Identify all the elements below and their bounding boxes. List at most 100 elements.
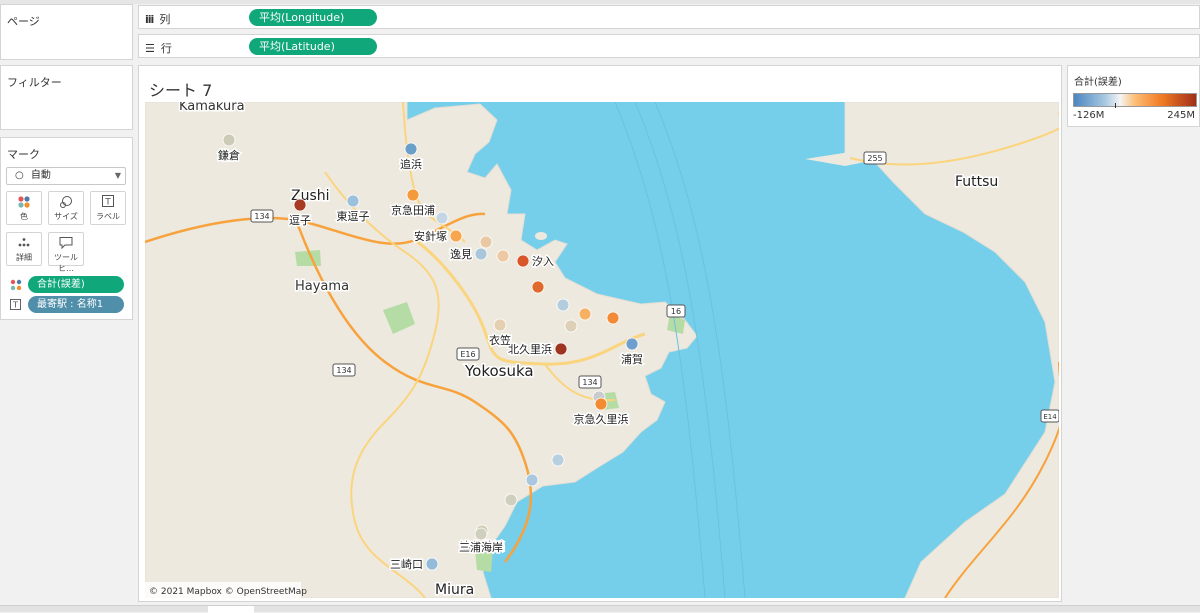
road-shield-label: E16 — [460, 350, 475, 359]
marks-title: マーク — [7, 148, 40, 161]
station-label: 安針塚 — [414, 229, 447, 243]
legend-zero-tick — [1115, 103, 1116, 108]
map-attribution[interactable]: © 2021 Mapbox © OpenStreetMap — [149, 587, 307, 597]
label-button-label: ラベル — [96, 212, 120, 221]
sheet-tabs-bar[interactable] — [0, 605, 1200, 613]
station-mark[interactable] — [531, 280, 545, 294]
station-mark[interactable] — [556, 298, 570, 312]
circle-outline-icon: ○ — [15, 170, 24, 181]
station-label: 三崎口 — [390, 557, 423, 571]
station-label: 追浜 — [400, 157, 422, 171]
rows-label-text: 行 — [160, 42, 172, 55]
station-label: 北久里浜 — [508, 343, 552, 356]
pages-card[interactable]: ページ — [0, 4, 133, 60]
detail-button-label: 詳細 — [16, 253, 32, 262]
color-button[interactable]: 色 — [6, 191, 42, 225]
columns-shelf-label: iii 列 — [145, 11, 170, 27]
tooltip-button[interactable]: ツールヒ… — [48, 232, 84, 273]
tooltip-bubble-icon — [49, 236, 83, 252]
station-mark[interactable] — [493, 318, 507, 332]
color-dots-icon — [7, 195, 41, 211]
station-mark[interactable] — [404, 142, 418, 156]
label-button[interactable]: T ラベル — [90, 191, 126, 225]
legend-gradient — [1073, 93, 1197, 108]
label-field-pill[interactable]: 最寄駅 : 名称1 — [28, 296, 124, 313]
road-shield: 134 — [250, 209, 274, 223]
station-label: 京急田浦 — [391, 203, 435, 217]
label-encoding-icon: T — [10, 299, 21, 313]
road-shield-label: 255 — [867, 154, 882, 163]
columns-shelf[interactable]: iii 列 平均(Longitude) — [138, 5, 1200, 29]
station-mark[interactable] — [606, 311, 620, 325]
place-label: Hayama — [295, 279, 349, 294]
station-label: 汐入 — [532, 254, 554, 268]
station-mark[interactable] — [594, 397, 608, 411]
station-label: 三浦海岸 — [459, 540, 503, 554]
station-mark[interactable] — [516, 254, 530, 268]
longitude-pill[interactable]: 平均(Longitude) — [249, 9, 377, 26]
size-icon — [49, 195, 83, 211]
station-mark[interactable] — [222, 133, 236, 147]
station-mark[interactable] — [293, 198, 307, 212]
rows-shelf[interactable]: ☰ 行 平均(Latitude) — [138, 34, 1200, 58]
station-mark[interactable] — [346, 194, 360, 208]
station-mark[interactable] — [554, 342, 568, 356]
map-view[interactable]: 134 134 E16 134 16 255 E14 Kamakura Zush… — [145, 102, 1059, 598]
road-shield: 255 — [863, 151, 887, 165]
road-shield: 16 — [666, 304, 686, 318]
station-mark[interactable] — [625, 337, 639, 351]
station-label: 逸見 — [450, 248, 472, 261]
filters-card[interactable]: フィルター — [0, 65, 133, 130]
road-shield-label: E14 — [1043, 413, 1057, 421]
station-label: 東逗子 — [337, 210, 370, 223]
svg-text:T: T — [12, 300, 19, 310]
station-mark[interactable] — [474, 527, 488, 541]
sarushima-island — [535, 232, 547, 240]
place-label: Kamakura — [179, 102, 245, 114]
legend-min-label: -126M — [1073, 110, 1105, 121]
place-label: Miura — [435, 582, 474, 598]
color-encoding-icon — [10, 279, 22, 294]
station-label: 鎌倉 — [218, 148, 240, 162]
road-shield: 134 — [332, 363, 356, 377]
road-shield-label: 134 — [582, 378, 597, 387]
filters-title: フィルター — [7, 76, 62, 89]
station-mark[interactable] — [425, 557, 439, 571]
road-shield: 134 — [578, 375, 602, 389]
station-mark[interactable] — [564, 319, 578, 333]
station-label: 逗子 — [289, 214, 311, 227]
chevron-down-icon: ▼ — [114, 171, 121, 180]
station-mark[interactable] — [479, 235, 493, 249]
station-mark[interactable] — [406, 188, 420, 202]
station-mark[interactable] — [578, 307, 592, 321]
size-button[interactable]: サイズ — [48, 191, 84, 225]
road-shield: E14 — [1040, 409, 1059, 423]
color-legend[interactable]: 合計(誤差) -126M 245M — [1067, 65, 1200, 127]
station-mark[interactable] — [525, 473, 539, 487]
place-label: Yokosuka — [464, 362, 534, 380]
pages-title: ページ — [7, 15, 40, 28]
mark-type-label: 自動 — [30, 170, 51, 181]
map-svg[interactable]: 134 134 E16 134 16 255 E14 Kamakura Zush… — [145, 102, 1059, 598]
station-label: 浦賀 — [621, 353, 643, 366]
station-mark[interactable] — [504, 493, 518, 507]
size-button-label: サイズ — [54, 212, 78, 221]
road-shield: E16 — [456, 347, 480, 361]
station-label: 京急久里浜 — [574, 412, 629, 426]
mark-type-dropdown[interactable]: ○ 自動 ▼ — [6, 167, 126, 185]
station-mark[interactable] — [496, 249, 510, 263]
detail-button[interactable]: 詳細 — [6, 232, 42, 266]
place-label: Futtsu — [955, 174, 998, 190]
legend-title: 合計(誤差) — [1074, 77, 1122, 88]
road-shield-label: 134 — [254, 212, 269, 221]
rows-icon: ☰ — [145, 41, 155, 55]
station-mark[interactable] — [551, 453, 565, 467]
color-button-label: 色 — [20, 212, 28, 221]
latitude-pill[interactable]: 平均(Latitude) — [249, 38, 377, 55]
color-field-pill[interactable]: 合計(誤差) — [28, 276, 124, 293]
station-mark[interactable] — [474, 247, 488, 261]
columns-icon: iii — [145, 12, 154, 26]
svg-text:T: T — [104, 198, 111, 208]
station-mark[interactable] — [435, 211, 449, 225]
station-mark[interactable] — [449, 229, 463, 243]
